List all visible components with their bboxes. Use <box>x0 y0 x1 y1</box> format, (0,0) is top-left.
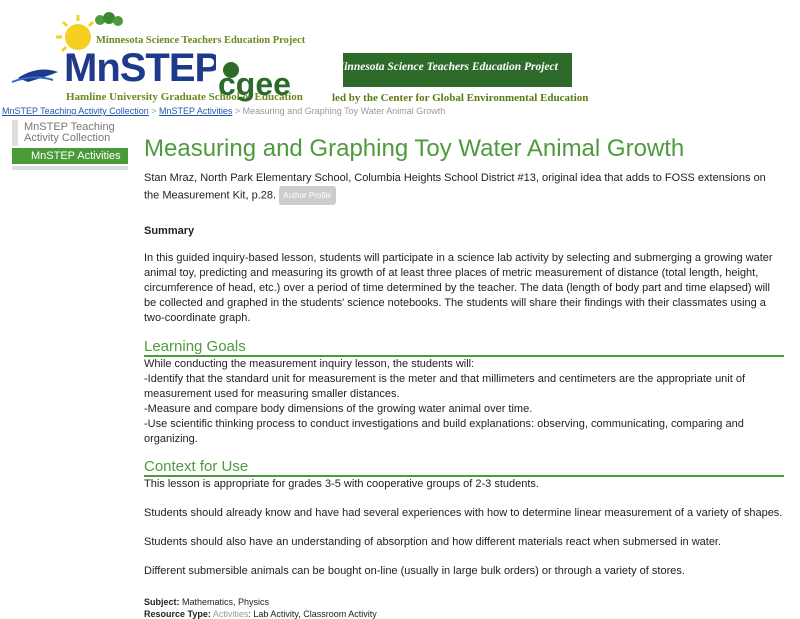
subject-meta: Subject: Mathematics, Physics <box>144 597 784 607</box>
context-text: Students should already know and have ha… <box>144 507 783 519</box>
cgee-subtitle: led by the Center for Global Environment… <box>332 92 589 104</box>
resource-label: Resource Type: <box>144 609 211 619</box>
goal-item: -Use scientific thinking process to cond… <box>144 418 744 445</box>
goal-intro: While conducting the measurement inquiry… <box>144 358 475 370</box>
author-text: Stan Mraz, North Park Elementary School,… <box>144 172 766 202</box>
resource-link[interactable]: Activities <box>213 609 249 619</box>
sidebar-divider <box>12 166 128 170</box>
summary-text: In this guided inquiry-based lesson, stu… <box>144 252 773 324</box>
resource-rest: : Lab Activity, Classroom Activity <box>248 609 377 619</box>
mnstep-wordmark: MnSTEP <box>64 46 221 90</box>
mnstep-top-text: Minnesota Science Teachers Education Pro… <box>96 35 306 46</box>
context-text: Different submersible animals can be bou… <box>144 565 685 577</box>
context-heading: Context for Use <box>144 457 784 477</box>
breadcrumb-separator: > <box>151 106 160 116</box>
sidebar-item-collection[interactable]: MnSTEP Teaching Activity Collection <box>12 120 128 146</box>
site-header: Minnesota Science Teachers Education Pro… <box>0 0 800 105</box>
context-text: This lesson is appropriate for grades 3-… <box>144 478 539 490</box>
breadcrumb: MnSTEP Teaching Activity Collection > Mn… <box>2 106 445 116</box>
breadcrumb-current: Measuring and Graphing Toy Water Animal … <box>242 106 446 116</box>
subject-label: Subject: <box>144 597 180 607</box>
main-content: Measuring and Graphing Toy Water Animal … <box>144 134 784 619</box>
sidebar-item-activities[interactable]: MnSTEP Activities <box>12 148 128 164</box>
author-line: Stan Mraz, North Park Elementary School,… <box>144 171 784 205</box>
cgee-tagline: Minnesota Science Teachers Education Pro… <box>334 61 558 73</box>
resource-meta: Resource Type: Activities: Lab Activity,… <box>144 609 784 619</box>
goal-item: -Measure and compare body dimensions of … <box>144 403 533 415</box>
sidebar: MnSTEP Teaching Activity Collection MnST… <box>12 120 128 170</box>
cgee-wordmark: cgee <box>218 66 291 102</box>
breadcrumb-link-collection[interactable]: MnSTEP Teaching Activity Collection <box>2 106 149 116</box>
subject-value: Mathematics, Physics <box>182 597 270 607</box>
summary-heading: Summary <box>144 225 195 237</box>
breadcrumb-separator: > <box>234 106 243 116</box>
breadcrumb-link-activities[interactable]: MnSTEP Activities <box>159 106 232 116</box>
goal-item: -Identify that the standard unit for mea… <box>144 373 746 400</box>
learning-goals-heading: Learning Goals <box>144 337 784 357</box>
context-text: Students should also have an understandi… <box>144 536 722 548</box>
author-profile-button[interactable]: Author Profile <box>279 186 336 205</box>
page-title: Measuring and Graphing Toy Water Animal … <box>144 135 685 162</box>
